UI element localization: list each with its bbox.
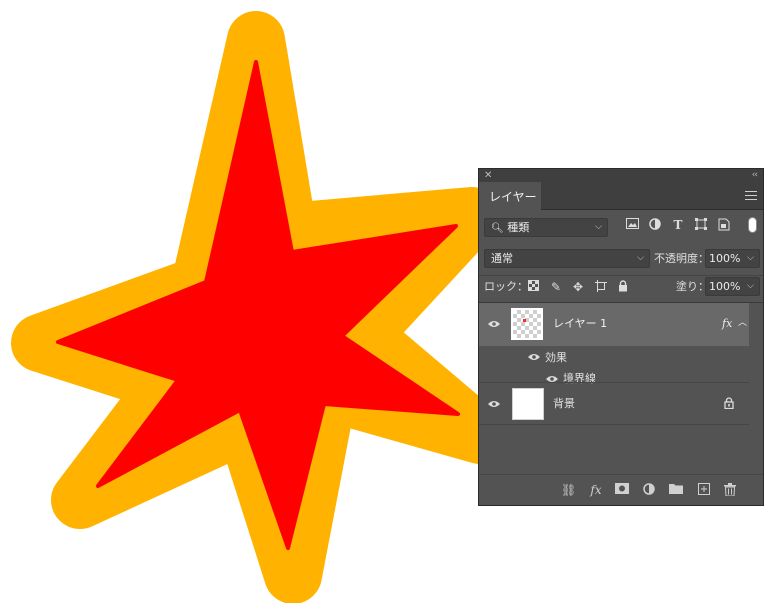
filter-toggle-switch[interactable] [748,217,757,233]
effects-row[interactable]: 効果 [479,346,749,368]
adjustment-filter-icon[interactable] [648,218,662,232]
blend-row: 通常 ⌵ 不透明度： 100% ⌵ [479,249,763,269]
opacity-value: 100% [709,252,741,265]
layer-row-layer1[interactable]: レイヤー 1 fx ︿ [479,303,749,346]
visibility-eye-icon[interactable] [528,353,540,362]
new-layer-icon[interactable] [697,483,711,497]
divider [479,275,763,276]
new-group-icon[interactable] [669,483,683,497]
blend-mode-value: 通常 [491,252,513,265]
visibility-eye-icon[interactable] [488,400,500,409]
search-icon: 🔍︎ [491,223,504,234]
chevron-down-icon: ⌵ [747,281,754,291]
blend-mode-select[interactable]: 通常 ⌵ [484,249,650,268]
layer-thumbnail [511,308,543,340]
lock-row: ロック： ✎ ✥ 塗り： 100% ⌵ [479,277,763,297]
shape-filter-icon[interactable] [694,218,708,232]
panel-tab-row: レイヤー [479,182,763,210]
fx-badge[interactable]: fx [722,314,732,333]
image-filter-icon[interactable] [625,218,639,232]
chevron-up-icon[interactable]: ︿ [738,314,747,333]
opacity-label: 不透明度： [654,252,709,265]
lock-transparent-pixels-icon[interactable] [526,280,540,294]
visibility-eye-icon[interactable] [488,320,500,329]
smart-object-filter-icon[interactable] [717,218,731,232]
layers-panel: ✕ ‹‹ レイヤー 🔍︎ 種類 ⌵ T 通常 ⌵ 不透明度： 100% ⌵ ロッ… [478,168,764,506]
lock-image-pixels-icon[interactable]: ✎ [549,280,563,294]
lock-artboard-icon[interactable] [594,280,608,294]
opacity-field[interactable]: 100% ⌵ [705,249,760,268]
add-mask-icon[interactable] [615,483,629,497]
new-adjustment-layer-icon[interactable] [642,483,656,497]
layers-scrollbar[interactable] [749,304,763,464]
divider [479,424,749,425]
effects-label: 効果 [545,351,567,364]
panel-bottom-toolbar: ⛓ fx [479,474,763,505]
lock-icon[interactable] [722,397,736,411]
add-layer-style-icon[interactable]: fx [589,483,603,497]
tab-layers-label: レイヤー [489,190,537,204]
panel-titlebar: ✕ ‹‹ [479,169,763,182]
type-filter-icon[interactable]: T [671,218,685,232]
thumbnail-star-dot [523,319,526,322]
tab-layers[interactable]: レイヤー [479,182,541,210]
chevron-down-icon: ⌵ [747,253,754,263]
filter-row: 🔍︎ 種類 ⌵ T [479,217,763,238]
lock-all-icon[interactable] [616,280,630,294]
chevron-down-icon: ⌵ [595,222,602,232]
fill-value: 100% [709,280,741,293]
layer-thumbnail [512,388,544,420]
lock-label: ロック： [484,280,528,293]
delete-layer-icon[interactable] [723,483,737,497]
lock-position-icon[interactable]: ✥ [571,280,585,294]
layer-name: 背景 [553,397,575,410]
layer-name: レイヤー 1 [553,317,608,330]
layer-row-background[interactable]: 背景 [479,383,749,424]
kind-filter-select[interactable]: 🔍︎ 種類 ⌵ [484,218,608,237]
close-icon[interactable]: ✕ [484,169,492,182]
fill-field[interactable]: 100% ⌵ [705,277,760,296]
link-layers-icon[interactable]: ⛓ [561,483,576,497]
chevron-down-icon: ⌵ [637,253,644,263]
kind-filter-label: 種類 [507,221,530,234]
double-chevron-icon[interactable]: ‹‹ [752,169,758,182]
hamburger-menu-icon[interactable] [745,191,757,200]
